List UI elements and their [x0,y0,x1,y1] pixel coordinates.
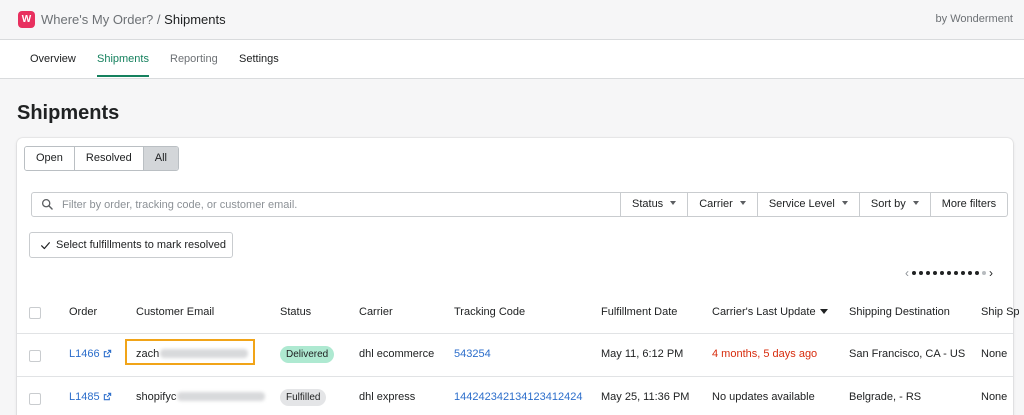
checkmark-icon [41,241,50,249]
column-tracking-code[interactable]: Tracking Code [454,306,525,318]
app-header: W Where's My Order? / Shipments by Wonde… [0,0,1024,40]
select-fulfillments-button[interactable]: Select fulfillments to mark resolved [29,232,233,258]
table-row[interactable]: L1466 zach Delivered dhl ecommerce 54325… [17,334,1013,377]
email-text: zach [136,348,160,360]
filter-status-label: Status [632,198,664,210]
sort-descending-icon [819,309,828,314]
breadcrumb-current: Shipments [164,12,226,27]
more-filters-button[interactable]: More filters [930,192,1009,217]
fulfillment-date: May 11, 6:12 PM [601,348,684,360]
filter-status-button[interactable]: Status [621,192,689,217]
filter-carrier-label: Carrier [699,198,733,210]
tab-shipments[interactable]: Shipments [97,53,149,77]
breadcrumb: Where's My Order? / Shipments [41,12,226,27]
table-row[interactable]: L1485 shopifyc Fulfilled dhl express 144… [17,377,1013,415]
email-redaction [160,349,249,358]
select-all-checkbox[interactable] [29,307,41,319]
column-pagination: ‹ › [905,266,993,280]
filter-service-level-label: Service Level [768,198,835,210]
order-link[interactable]: L1485 [69,391,112,403]
customer-email: shopifyc [136,391,266,403]
page-dot[interactable] [912,271,916,275]
customer-email: zach [136,348,249,360]
column-shipping-destination[interactable]: Shipping Destination [849,306,950,318]
table-header: Order Customer Email Status Carrier Trac… [17,292,1020,334]
external-link-icon [103,349,111,358]
page-dot[interactable] [933,271,937,275]
page-dot[interactable] [940,271,944,275]
tracking-code-link[interactable]: 14424234213412341242​4 [454,391,582,403]
search-placeholder: Filter by order, tracking code, or custo… [62,198,298,211]
caret-down-icon [670,201,677,205]
search-input[interactable]: Filter by order, tracking code, or custo… [31,192,621,217]
column-customer-email[interactable]: Customer Email [136,306,214,318]
wonderment-logo-icon[interactable]: W [18,11,35,28]
segment-all[interactable]: All [143,147,179,170]
fulfillment-date: May 25, 11:36 PM [601,391,690,403]
caret-down-icon [912,201,919,205]
filter-service-level-button[interactable]: Service Level [757,192,860,217]
nav-tabs: Overview Shipments Reporting Settings [0,40,1024,79]
search-icon [41,198,53,210]
byline: by Wonderment [935,13,1013,25]
logo-letter: W [21,14,32,25]
page-dot[interactable] [947,271,951,275]
tab-settings[interactable]: Settings [239,53,279,75]
tab-overview[interactable]: Overview [30,53,76,75]
column-carriers-last-update-label: Carrier's Last Update [712,306,816,318]
status-badge: Delivered [280,346,335,363]
status-segmented-control: Open Resolved All [24,146,180,171]
chevron-right-icon[interactable]: › [989,266,993,280]
page-title: Shipments [17,102,120,124]
external-link-icon [103,392,111,401]
page-dot[interactable] [982,271,986,275]
last-update: 4 months, 5 days ago [712,348,818,360]
order-number: L1485 [69,391,100,403]
page-dot[interactable] [919,271,923,275]
tab-reporting[interactable]: Reporting [170,53,218,75]
email-redaction [177,392,266,401]
select-fulfillments-label: Select fulfillments to mark resolved [56,239,226,251]
column-carrier[interactable]: Carrier [359,306,393,318]
caret-down-icon [841,201,848,205]
filter-bar: Status Carrier Service Level Sort by Mor… [621,192,1009,217]
page-dot[interactable] [954,271,958,275]
row-checkbox[interactable] [29,393,41,405]
filter-carrier-button[interactable]: Carrier [688,192,758,217]
segment-open[interactable]: Open [25,147,75,170]
page-dot[interactable] [975,271,979,275]
shipping-destination: Belgrade, - RS [849,391,922,403]
order-number: L1466 [69,348,100,360]
email-text: shopifyc [136,391,177,403]
caret-down-icon [739,201,746,205]
column-ship-speed[interactable]: Ship Sp [981,306,1020,318]
page-dot[interactable] [961,271,965,275]
status-badge: Fulfilled [280,389,327,406]
chevron-left-icon[interactable]: ‹ [905,266,909,280]
column-fulfillment-date[interactable]: Fulfillment Date [601,306,677,318]
page-dot[interactable] [968,271,972,275]
breadcrumb-separator: / [156,12,161,27]
ship-speed: None [981,348,1008,360]
tracking-code-link[interactable]: 543254 [454,348,491,360]
column-order[interactable]: Order [69,306,97,318]
column-status[interactable]: Status [280,306,311,318]
ship-speed: None [981,391,1008,403]
breadcrumb-app-name[interactable]: Where's My Order? [41,12,153,27]
carrier-name: dhl ecommerce [359,348,435,360]
order-link[interactable]: L1466 [69,348,112,360]
last-update: No updates available [712,391,815,403]
page-dot[interactable] [926,271,930,275]
sort-by-label: Sort by [870,198,906,210]
shipping-destination: San Francisco, CA - US [849,348,966,360]
row-checkbox[interactable] [29,350,41,362]
segment-resolved[interactable]: Resolved [74,147,144,170]
sort-by-button[interactable]: Sort by [859,192,931,217]
shipments-card: Open Resolved All Filter by order, track… [17,138,1020,415]
column-carriers-last-update[interactable]: Carrier's Last Update [712,306,828,318]
carrier-name: dhl express [359,391,416,403]
